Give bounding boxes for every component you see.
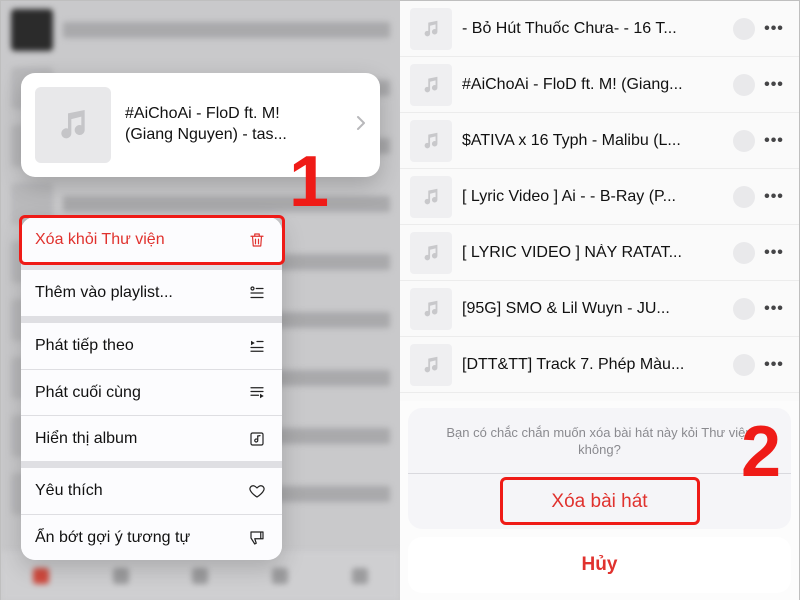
download-button[interactable] [733, 74, 755, 96]
action-sheet-message: Bạn có chắc chắn muốn xóa bài hát này kỏ… [408, 408, 791, 473]
more-icon: ••• [764, 244, 784, 261]
menu-play-last[interactable]: Phát cuối cùng [21, 369, 282, 415]
track-row[interactable]: #AiChoAi - FloD ft. M! (Giang... ••• [400, 57, 799, 113]
delete-song-button[interactable]: Xóa bài hát [408, 473, 791, 529]
track-title: [ Lyric Video ] Ai - - B-Ray (P... [462, 188, 727, 206]
more-button[interactable]: ••• [761, 20, 787, 38]
track-row[interactable]: [DTT&TT] Track 7. Phép Màu... ••• [400, 337, 799, 393]
download-icon [738, 23, 750, 35]
playlist-add-icon [246, 284, 268, 302]
trash-icon [246, 231, 268, 249]
download-icon [738, 359, 750, 371]
cancel-label: Hủy [582, 554, 618, 576]
more-icon: ••• [764, 76, 784, 93]
heart-icon [246, 482, 268, 500]
play-last-icon [246, 384, 268, 402]
track-title: [ LYRIC VIDEO ] NÀY RATAT... [462, 244, 727, 262]
track-art-placeholder [410, 344, 452, 386]
download-icon [738, 247, 750, 259]
music-note-icon [420, 130, 442, 152]
menu-play-next[interactable]: Phát tiếp theo [21, 323, 282, 369]
download-icon [738, 79, 750, 91]
more-button[interactable]: ••• [761, 300, 787, 318]
menu-add-to-playlist[interactable]: Thêm vào playlist... [21, 270, 282, 316]
download-icon [738, 191, 750, 203]
music-note-icon [53, 105, 93, 145]
context-menu: Xóa khỏi Thư viện Thêm vào playlist... P… [21, 217, 282, 560]
music-note-icon [420, 242, 442, 264]
more-button[interactable]: ••• [761, 188, 787, 206]
action-sheet: Bạn có chắc chắn muốn xóa bài hát này kỏ… [408, 408, 791, 593]
track-row[interactable]: [95G] SMO & Lil Wuyn - JU... ••• [400, 281, 799, 337]
menu-play-next-label: Phát tiếp theo [35, 337, 134, 355]
track-row[interactable]: [ LYRIC VIDEO ] NÀY RATAT... ••• [400, 225, 799, 281]
more-icon: ••• [764, 132, 784, 149]
menu-love[interactable]: Yêu thích [21, 468, 282, 514]
music-note-icon [420, 18, 442, 40]
more-icon: ••• [764, 20, 784, 37]
download-icon [738, 303, 750, 315]
thumbs-down-icon [246, 529, 268, 547]
menu-love-label: Yêu thích [35, 482, 103, 500]
menu-delete-label: Xóa khỏi Thư viện [35, 231, 165, 249]
menu-suggest-less-label: Ẩn bớt gợi ý tương tự [35, 529, 190, 547]
download-button[interactable] [733, 18, 755, 40]
track-title: [95G] SMO & Lil Wuyn - JU... [462, 300, 727, 318]
menu-delete-from-library[interactable]: Xóa khỏi Thư viện [21, 217, 282, 263]
song-title-line1: #AiChoAi - FloD ft. M! [125, 105, 280, 122]
annotation-number-2: 2 [741, 411, 781, 493]
menu-suggest-less[interactable]: Ẩn bớt gợi ý tương tự [21, 514, 282, 560]
track-art-placeholder [410, 232, 452, 274]
download-button[interactable] [733, 298, 755, 320]
more-button[interactable]: ••• [761, 76, 787, 94]
more-button[interactable]: ••• [761, 132, 787, 150]
track-title: #AiChoAi - FloD ft. M! (Giang... [462, 76, 727, 94]
music-note-icon [420, 186, 442, 208]
album-icon [246, 430, 268, 448]
track-row[interactable]: $ATIVA x 16 Typh - Malibu (L... ••• [400, 113, 799, 169]
cancel-button[interactable]: Hủy [408, 537, 791, 593]
download-button[interactable] [733, 186, 755, 208]
track-art-placeholder [410, 8, 452, 50]
delete-song-label: Xóa bài hát [551, 491, 647, 513]
music-note-icon [420, 354, 442, 376]
track-art-placeholder [410, 64, 452, 106]
download-button[interactable] [733, 130, 755, 152]
more-icon: ••• [764, 188, 784, 205]
track-title: $ATIVA x 16 Typh - Malibu (L... [462, 132, 727, 150]
download-button[interactable] [733, 354, 755, 376]
song-title-line2: (Giang Nguyen) - tas... [125, 126, 287, 143]
track-title: - Bỏ Hút Thuốc Chưa- - 16 T... [462, 20, 727, 38]
track-row[interactable]: [ Lyric Video ] Ai - - B-Ray (P... ••• [400, 169, 799, 225]
more-icon: ••• [764, 356, 784, 373]
download-button[interactable] [733, 242, 755, 264]
play-next-icon [246, 337, 268, 355]
music-note-icon [420, 298, 442, 320]
download-icon [738, 135, 750, 147]
track-art-placeholder [410, 120, 452, 162]
annotation-number-1: 1 [289, 141, 329, 223]
menu-show-album-label: Hiển thị album [35, 430, 137, 448]
menu-play-last-label: Phát cuối cùng [35, 384, 141, 402]
track-title: [DTT&TT] Track 7. Phép Màu... [462, 356, 727, 374]
menu-show-album[interactable]: Hiển thị album [21, 415, 282, 461]
track-art-placeholder [410, 176, 452, 218]
more-icon: ••• [764, 300, 784, 317]
menu-add-to-playlist-label: Thêm vào playlist... [35, 284, 173, 302]
track-list: - Bỏ Hút Thuốc Chưa- - 16 T...•••#AiChoA… [400, 1, 799, 393]
song-title: #AiChoAi - FloD ft. M! (Giang Nguyen) - … [125, 104, 352, 146]
music-note-icon [420, 74, 442, 96]
more-button[interactable]: ••• [761, 356, 787, 374]
album-art-placeholder [35, 87, 111, 163]
more-button[interactable]: ••• [761, 244, 787, 262]
chevron-right-icon[interactable] [352, 114, 366, 137]
track-row[interactable]: - Bỏ Hút Thuốc Chưa- - 16 T... ••• [400, 1, 799, 57]
track-art-placeholder [410, 288, 452, 330]
